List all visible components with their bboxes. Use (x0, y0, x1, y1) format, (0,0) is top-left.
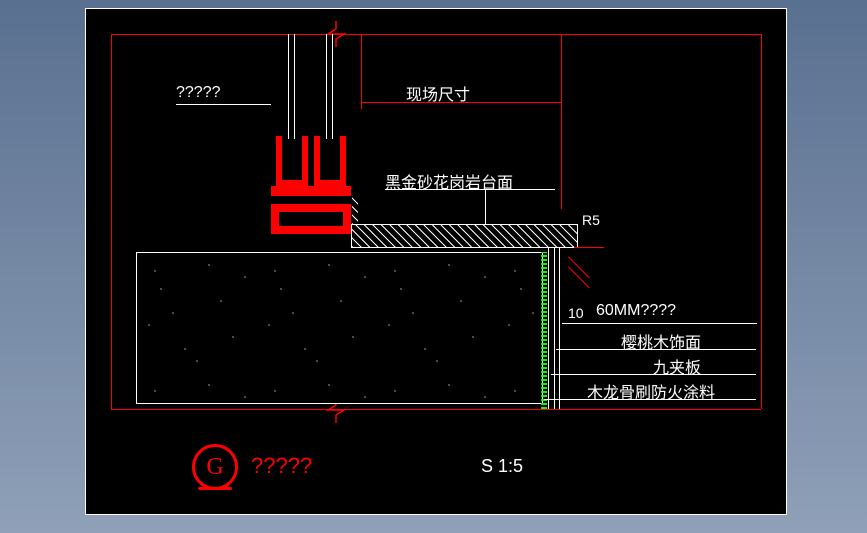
leader-unknown-top (176, 104, 271, 105)
detail-scale: S 1:5 (481, 456, 523, 477)
label-field-dim: 现场尺寸 (406, 81, 470, 105)
concrete-mass (136, 252, 543, 404)
beam-hollow (271, 204, 351, 234)
leader-cherry (556, 349, 756, 350)
leader-granite-v (485, 189, 486, 224)
label-radius: R5 (582, 212, 600, 228)
red-border-bottom (111, 409, 761, 410)
detail-bubble-letter: G (206, 454, 223, 481)
bubble-underline (198, 487, 232, 490)
label-dim10: 10 (568, 305, 584, 321)
mullion-line-1 (288, 34, 289, 139)
granite-upstand (352, 196, 358, 224)
tick-under-slab (574, 247, 604, 248)
leader-plywood (551, 374, 756, 375)
layer-line-3 (559, 247, 560, 409)
red-border-right (761, 34, 762, 409)
granite-slab (351, 224, 578, 248)
dim-ext-left (361, 34, 362, 109)
red-border-left (111, 34, 112, 409)
dim-ext-right (561, 34, 562, 209)
bracket-right (314, 136, 346, 186)
mullion-line-4 (332, 34, 333, 139)
layer-line-2 (554, 247, 555, 409)
mullion-line-2 (294, 34, 295, 139)
label-unknown-top: ????? (176, 84, 221, 102)
leader-dim60 (562, 323, 757, 324)
tick-diag-2 (568, 267, 590, 289)
tick-diag-1 (568, 257, 590, 279)
cad-canvas: 现场尺寸 ????? 黑金砂花岗岩台面 R5 10 60MM???? 樱桃木饰面… (85, 8, 787, 515)
mullion-line-3 (326, 34, 327, 139)
bracket-left (276, 136, 308, 186)
layer-line-1 (548, 247, 549, 409)
plate-upper (271, 186, 351, 196)
leader-firepaint (544, 399, 756, 400)
label-dim60: 60MM???? (596, 302, 676, 320)
detail-bubble: G (192, 444, 238, 490)
layer-batten (541, 252, 547, 409)
red-border-top (111, 34, 761, 35)
leader-granite-h (385, 189, 555, 190)
detail-title: ????? (251, 453, 312, 479)
